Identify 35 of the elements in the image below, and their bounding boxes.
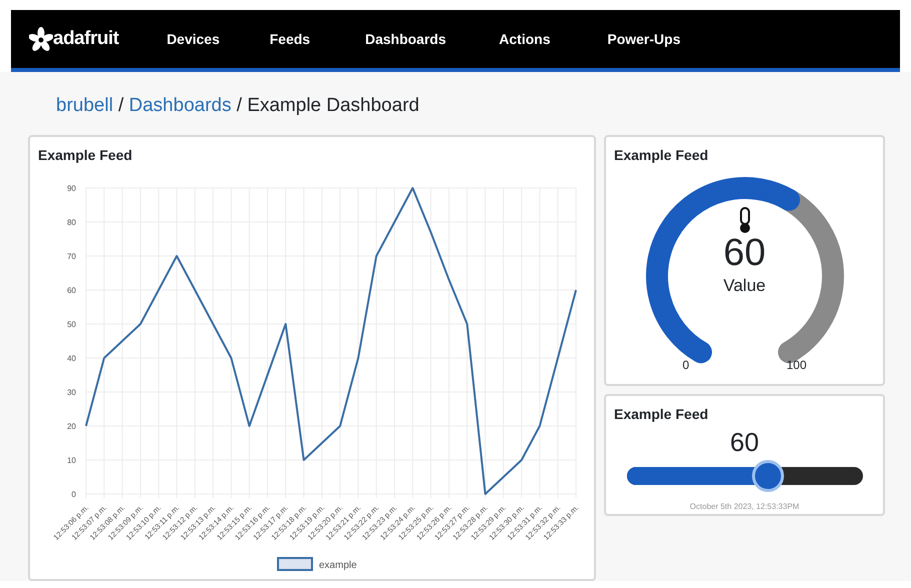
breadcrumb-current: Example Dashboard: [247, 95, 420, 116]
flower-logo-icon[interactable]: [29, 27, 53, 54]
breadcrumb-separator: /: [117, 95, 125, 116]
slider-value: 60: [730, 426, 759, 456]
panel-title: Example Feed: [614, 146, 710, 165]
slider-thumb[interactable]: [752, 460, 784, 492]
logo-text[interactable]: adafruit: [53, 24, 119, 54]
gauge-value: 60: [723, 234, 766, 272]
nav-link[interactable]: Devices: [166, 28, 220, 50]
axis-label: 10: [67, 456, 76, 464]
axis-label: 60: [67, 286, 76, 294]
breadcrumb-link[interactable]: Dashboards: [128, 95, 232, 116]
axis-label: 70: [67, 252, 76, 260]
gauge-min-label: 0: [682, 356, 690, 374]
axis-label: 50: [67, 320, 76, 328]
panel-title: Example Feed: [614, 404, 710, 424]
axis-label: 20: [67, 422, 76, 430]
legend-swatch: [277, 556, 313, 570]
axis-label: 0: [72, 490, 76, 498]
legend-label: example: [319, 560, 357, 570]
axis-label: 80: [67, 218, 76, 226]
timestamp: October 5th 2023, 12:53:33PM: [690, 502, 800, 510]
breadcrumb-separator: /: [236, 95, 243, 116]
nav-link[interactable]: Feeds: [270, 28, 310, 50]
axis-label: 30: [67, 388, 76, 396]
nav-link[interactable]: Actions: [499, 28, 550, 50]
axis-label: 90: [67, 184, 76, 192]
gauge-label: Value: [723, 276, 766, 294]
nav-link[interactable]: Power-Ups: [607, 28, 680, 50]
thermometer-icon: [740, 206, 750, 232]
nav-link[interactable]: Dashboards: [365, 28, 446, 50]
gauge-max-label: 100: [786, 356, 807, 374]
axis-label: 40: [67, 354, 76, 362]
panel-title: Example Feed: [38, 146, 134, 165]
breadcrumb-link[interactable]: brubell: [56, 95, 114, 116]
